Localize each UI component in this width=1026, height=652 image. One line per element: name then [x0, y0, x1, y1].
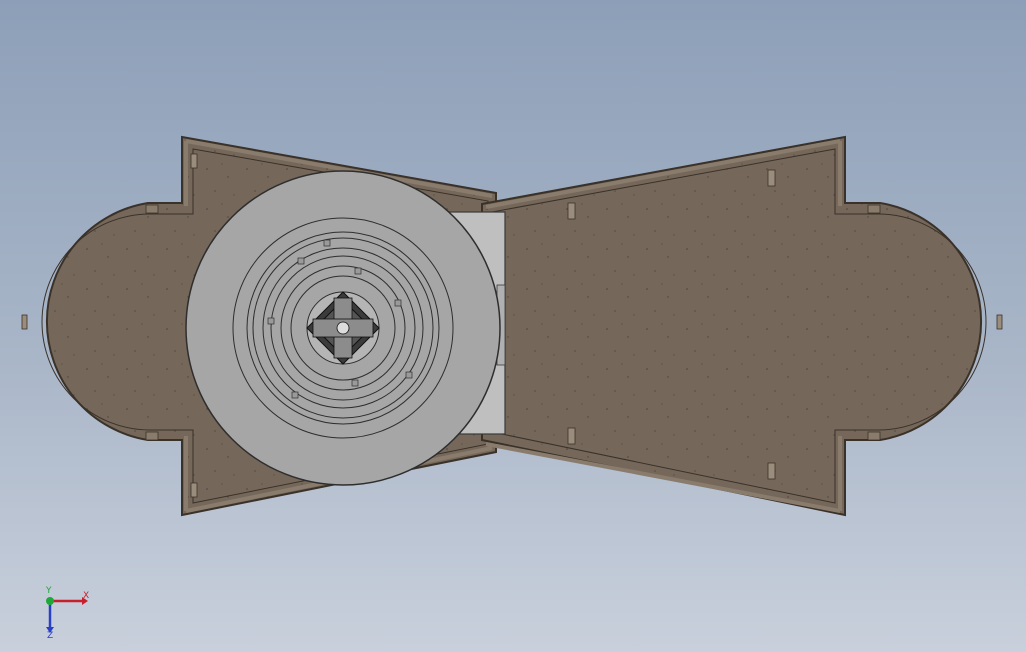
axis-triad: X Y Z: [38, 585, 98, 641]
y-axis-label: Y: [45, 586, 52, 596]
x-axis-label: X: [83, 591, 89, 601]
graphics-viewport[interactable]: X Y Z: [0, 0, 1026, 652]
cad-model-top-view[interactable]: [0, 0, 1026, 652]
z-axis-label: Z: [47, 631, 53, 640]
y-axis-marker: [46, 597, 54, 605]
